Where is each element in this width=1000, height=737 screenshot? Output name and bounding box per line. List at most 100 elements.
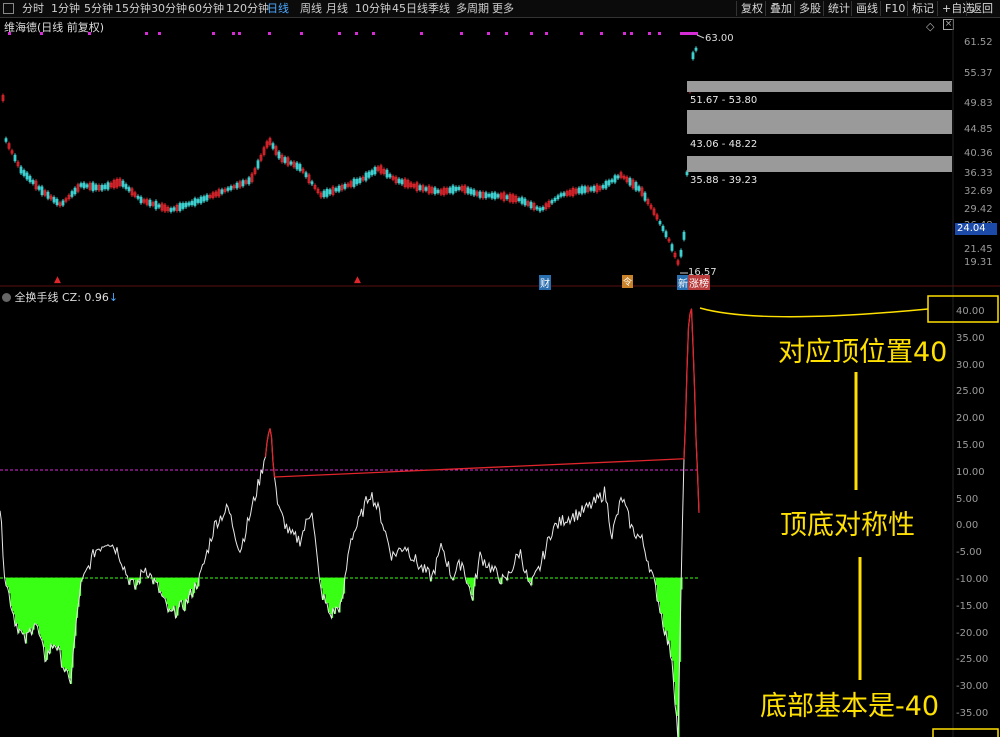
green-fill-bar [169,577,172,609]
indicator-arrow: ↓ [108,291,119,304]
candle-body [55,198,59,206]
candle-body [94,184,98,190]
green-fill-bar [163,577,166,598]
green-fill-bar [168,577,170,612]
candle-body [490,192,494,199]
range-bar-1 [687,81,952,92]
candle-body [124,184,128,189]
candle-body [658,221,662,225]
candle-body [172,207,176,211]
green-fill-bar [39,577,41,635]
candle-body [580,186,584,194]
indicator-title: 全换手线 CZ: 0.96↓ [2,289,118,305]
candle-body [247,177,251,185]
candle-body [496,194,500,198]
green-fill-bar [468,577,470,585]
signal-dot [158,32,161,35]
signal-dot [420,32,423,35]
green-fill-bar [28,577,31,633]
candle-body [670,244,674,251]
bottom-box [932,728,999,737]
annotation-bottom: 底部基本是-40 [760,691,940,722]
candle-body [685,171,689,176]
candle-body [691,52,695,60]
green-fill-bar [69,577,71,679]
candle-body [478,191,482,198]
candle-body [556,195,560,200]
candle-body [61,200,65,206]
green-fill-bar [675,577,677,705]
candle-body [397,178,401,184]
candle-body [184,202,188,208]
candle-body [241,180,245,187]
price-tick: 55.37 [964,68,993,79]
candle-body [661,225,665,232]
candle-body [364,172,368,181]
candle-body [634,182,638,191]
candle-body [538,207,542,212]
marker-ling[interactable]: 令 [622,275,634,288]
signal-dot [8,32,11,35]
signal-dot [545,32,548,35]
candle-body [385,169,389,178]
green-fill-bar [43,577,46,648]
candle-body [52,197,56,203]
candle-body [40,186,44,196]
signal-dot [268,32,271,35]
green-fill-bar [664,577,667,635]
candle-body [73,187,77,195]
price-tick: 32.69 [964,186,993,197]
candlesticks [1,46,698,267]
range-bar-2 [687,110,952,134]
candle-body [562,192,566,196]
green-fill-bar [328,577,331,613]
candle-body [190,200,194,206]
candle-body [604,181,608,189]
signal-dot [372,32,375,35]
green-fill-bar [10,577,13,607]
candle-body [256,160,260,169]
green-fill-bar [7,577,10,588]
candle-body [529,201,533,209]
annotation-mid: 顶底对称性 [780,510,915,541]
green-fill-bar [333,577,335,608]
indicator-toggle-icon[interactable] [2,293,11,302]
signal-dot [658,32,661,35]
green-fill-bar [471,577,473,596]
candle-body [139,196,143,204]
green-fill-bar [51,577,53,645]
candle-body [169,208,173,212]
candle-body [469,188,473,195]
green-fill-bar [9,577,11,594]
indicator-tick: 5.00 [956,493,979,505]
indicator-tick: 20.00 [956,413,985,425]
candle-body [367,171,371,178]
candle-body [337,185,341,192]
green-fill-bar [160,577,163,592]
candle-body [592,186,596,192]
candle-body [37,186,41,190]
signal-dot [460,32,463,35]
green-fill-bar [181,577,184,601]
candle-body [523,198,527,206]
candle-body [226,187,230,191]
candle-body [664,231,668,238]
green-fill-bar [45,577,47,662]
green-fill-bar [61,577,64,668]
indicator-tick: -10.00 [956,574,989,585]
range-label-1: 51.67 - 53.80 [690,95,758,106]
candle-body [679,250,683,257]
marker-zhang[interactable]: 涨榜 [688,275,710,290]
candle-body [643,192,647,201]
price-tick: 36.33 [964,168,993,179]
candle-body [106,182,110,190]
candle-body [181,203,185,209]
signal-dot [623,32,626,35]
candle-body [388,174,392,178]
marker-cai[interactable]: 财 [539,275,551,290]
signal-dot [212,32,215,35]
green-fill-bar [171,577,173,612]
green-fill-bar [64,577,67,672]
green-fill-bar [37,577,40,627]
green-fill-bar [663,577,665,628]
